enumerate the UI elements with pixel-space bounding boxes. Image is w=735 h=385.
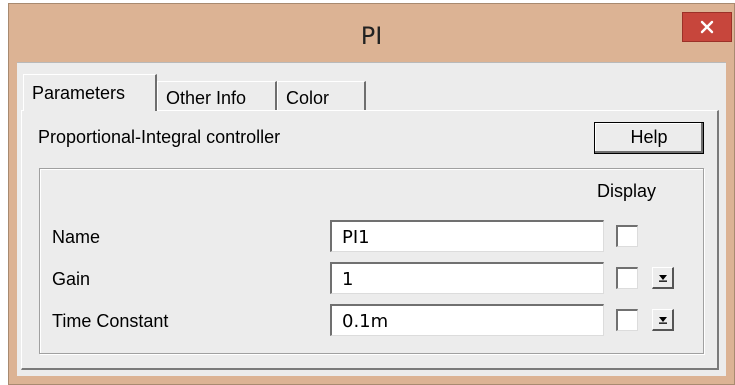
tab-parameters[interactable]: Parameters — [23, 74, 157, 111]
param-row-name: Name PI1 — [40, 220, 703, 254]
dialog-window: PI Parameters Other Info Color Proportio… — [8, 3, 735, 385]
parameters-group: Display Name PI1 Gain 1 Time Constant 0.… — [39, 168, 704, 354]
gain-display-checkbox[interactable] — [616, 267, 638, 289]
title-bar[interactable]: PI — [9, 4, 734, 62]
display-column-header: Display — [597, 181, 657, 201]
tab-color[interactable]: Color — [277, 81, 366, 111]
gain-dropdown-button[interactable] — [652, 267, 674, 289]
param-row-time-constant: Time Constant 0.1m — [40, 304, 703, 338]
name-display-checkbox[interactable] — [616, 225, 638, 247]
tab-other-info[interactable]: Other Info — [157, 81, 277, 111]
window-title: PI — [360, 22, 383, 50]
component-description: Proportional-Integral controller — [38, 127, 281, 147]
param-label: Name — [52, 227, 101, 247]
param-row-gain: Gain 1 — [40, 262, 703, 296]
close-button[interactable] — [682, 12, 732, 42]
param-label: Gain — [52, 269, 91, 289]
name-input[interactable]: PI1 — [330, 220, 604, 252]
param-label: Time Constant — [52, 311, 169, 331]
time-constant-dropdown-button[interactable] — [652, 309, 674, 331]
dialog-client-area: Parameters Other Info Color Proportional… — [17, 62, 726, 376]
dropdown-arrow-icon — [658, 316, 667, 324]
tab-label: Parameters — [32, 83, 126, 103]
tab-label: Color — [286, 88, 330, 108]
parameters-panel: Proportional-Integral controller Help Di… — [21, 110, 719, 370]
close-icon — [700, 20, 714, 34]
gain-input[interactable]: 1 — [330, 262, 604, 294]
tab-label: Other Info — [166, 88, 247, 108]
time-constant-display-checkbox[interactable] — [616, 309, 638, 331]
time-constant-input[interactable]: 0.1m — [330, 304, 604, 336]
dropdown-arrow-icon — [658, 274, 667, 282]
help-button[interactable]: Help — [594, 122, 704, 154]
